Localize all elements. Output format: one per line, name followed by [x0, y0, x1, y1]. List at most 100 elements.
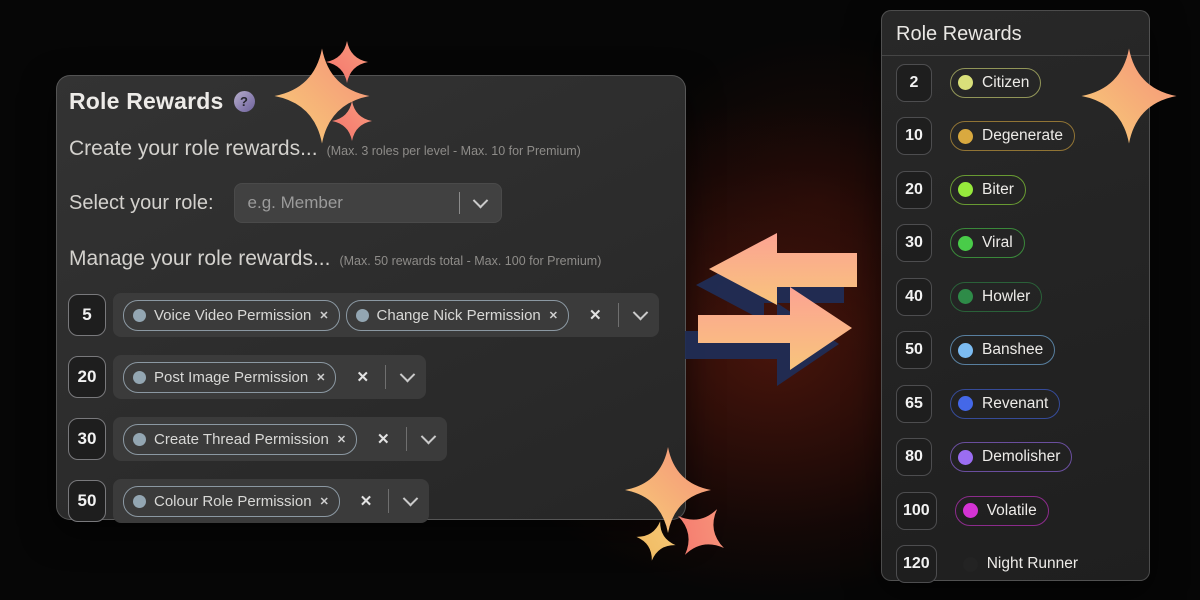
- row-divider: [406, 427, 407, 451]
- role-name: Banshee: [982, 341, 1043, 359]
- reward-list-row: 20 Biter: [896, 163, 1135, 217]
- level-badge: 80: [896, 438, 932, 476]
- manage-heading: Manage your role rewards...: [69, 247, 330, 270]
- level-input[interactable]: 20: [68, 356, 106, 398]
- help-icon[interactable]: ?: [234, 91, 255, 112]
- level-value: 30: [905, 234, 923, 252]
- level-badge: 40: [896, 278, 932, 316]
- clear-row-button[interactable]: ✕: [377, 430, 390, 448]
- page-title: Role Rewards: [69, 88, 224, 115]
- permission-tags: Voice Video Permission ✕ Change Nick Per…: [123, 300, 569, 331]
- permission-tag: Create Thread Permission ✕: [123, 424, 357, 455]
- remove-tag-button[interactable]: ✕: [320, 495, 329, 508]
- reward-list-row: 100 Volatile: [896, 484, 1135, 538]
- remove-tag-button[interactable]: ✕: [316, 371, 325, 384]
- role-rewards-list-panel: Role Rewards 2 Citizen 10 Degenerate 20 …: [881, 10, 1150, 581]
- level-badge: 20: [896, 171, 932, 209]
- reward-list-row: 2 Citizen: [896, 56, 1135, 110]
- level-badge: 30: [896, 224, 932, 262]
- role-pill: Howler: [950, 282, 1042, 312]
- level-value: 120: [903, 555, 930, 573]
- reward-list-row: 80 Demolisher: [896, 431, 1135, 485]
- reward-list-row: 30 Viral: [896, 217, 1135, 271]
- chevron-down-icon[interactable]: [420, 428, 436, 444]
- clear-row-button[interactable]: ✕: [360, 492, 373, 510]
- role-name: Revenant: [982, 395, 1048, 413]
- permission-tag: Voice Video Permission ✕: [123, 300, 340, 331]
- chevron-down-icon: [472, 192, 488, 208]
- role-name: Citizen: [982, 74, 1029, 92]
- permission-tag-label: Voice Video Permission: [154, 307, 311, 324]
- level-badge: 50: [896, 331, 932, 369]
- row-divider: [618, 303, 619, 327]
- chevron-down-icon[interactable]: [403, 490, 419, 506]
- level-value: 80: [905, 448, 923, 466]
- level-input[interactable]: 5: [68, 294, 106, 336]
- role-name: Biter: [982, 181, 1014, 199]
- level-badge: 10: [896, 117, 932, 155]
- level-value: 65: [905, 395, 923, 413]
- chevron-down-icon[interactable]: [632, 304, 648, 320]
- permission-tags: Post Image Permission ✕: [123, 362, 336, 393]
- create-section-heading: Create your role rewards...(Max. 3 roles…: [69, 137, 673, 161]
- role-select-placeholder: e.g. Member: [248, 193, 453, 213]
- level-badge: 2: [896, 64, 932, 102]
- role-name: Degenerate: [982, 127, 1063, 145]
- manage-limit-note: (Max. 50 rewards total - Max. 100 for Pr…: [339, 254, 601, 268]
- permission-dot: [133, 495, 146, 508]
- reward-list-row: 65 Revenant: [896, 377, 1135, 431]
- role-color-dot: [958, 75, 973, 90]
- role-pill: Banshee: [950, 335, 1055, 365]
- level-value: 30: [78, 429, 97, 449]
- reward-row-body: Create Thread Permission ✕ ✕: [113, 417, 447, 461]
- level-badge: 65: [896, 385, 932, 423]
- role-select-dropdown[interactable]: e.g. Member: [234, 183, 502, 223]
- role-name: Night Runner: [987, 555, 1078, 573]
- reward-list-row: 40 Howler: [896, 270, 1135, 324]
- role-color-dot: [958, 450, 973, 465]
- clear-row-button[interactable]: ✕: [589, 306, 602, 324]
- remove-tag-button[interactable]: ✕: [337, 433, 346, 446]
- role-rewards-editor-panel: Role Rewards ? Create your role rewards.…: [56, 75, 686, 520]
- role-pill: Biter: [950, 175, 1026, 205]
- row-divider: [388, 489, 389, 513]
- role-color-dot: [958, 182, 973, 197]
- role-color-dot: [963, 557, 978, 572]
- permission-tags: Create Thread Permission ✕: [123, 424, 357, 455]
- level-input[interactable]: 30: [68, 418, 106, 460]
- manage-section-heading: Manage your role rewards... (Max. 50 rewa…: [69, 247, 673, 271]
- remove-tag-button[interactable]: ✕: [319, 309, 328, 322]
- role-select-row: Select your role: e.g. Member: [69, 183, 673, 223]
- panel-header: Role Rewards ?: [69, 88, 673, 115]
- reward-editor-row: 20 Post Image Permission ✕ ✕: [68, 355, 673, 399]
- permission-dot: [133, 309, 146, 322]
- permission-tags: Colour Role Permission ✕: [123, 486, 340, 517]
- reward-editor-row: 50 Colour Role Permission ✕ ✕: [68, 479, 673, 523]
- role-color-dot: [958, 289, 973, 304]
- reward-row-body: Colour Role Permission ✕ ✕: [113, 479, 429, 523]
- reward-row-body: Post Image Permission ✕ ✕: [113, 355, 426, 399]
- create-limit-note: (Max. 3 roles per level - Max. 10 for Pr…: [327, 144, 581, 158]
- level-value: 5: [82, 305, 91, 325]
- permission-tag-label: Create Thread Permission: [154, 431, 329, 448]
- permission-dot: [133, 371, 146, 384]
- level-value: 50: [78, 491, 97, 511]
- level-input[interactable]: 50: [68, 480, 106, 522]
- level-value: 50: [905, 341, 923, 359]
- chevron-down-icon[interactable]: [400, 366, 416, 382]
- level-badge: 120: [896, 545, 937, 583]
- role-pill: Degenerate: [950, 121, 1075, 151]
- level-value: 10: [905, 127, 923, 145]
- reward-list-row: 120 Night Runner: [896, 538, 1135, 592]
- permission-tag-label: Post Image Permission: [154, 369, 308, 386]
- role-pill: Viral: [950, 228, 1025, 258]
- remove-tag-button[interactable]: ✕: [549, 309, 558, 322]
- reward-editor-row: 30 Create Thread Permission ✕ ✕: [68, 417, 673, 461]
- permission-tag: Change Nick Permission ✕: [346, 300, 569, 331]
- clear-row-button[interactable]: ✕: [356, 368, 369, 386]
- role-pill: Demolisher: [950, 442, 1072, 472]
- role-name: Volatile: [987, 502, 1037, 520]
- dropdown-divider: [459, 192, 460, 214]
- reward-rows: 2 Citizen 10 Degenerate 20 Biter 30 Vira…: [896, 56, 1135, 591]
- level-value: 20: [905, 181, 923, 199]
